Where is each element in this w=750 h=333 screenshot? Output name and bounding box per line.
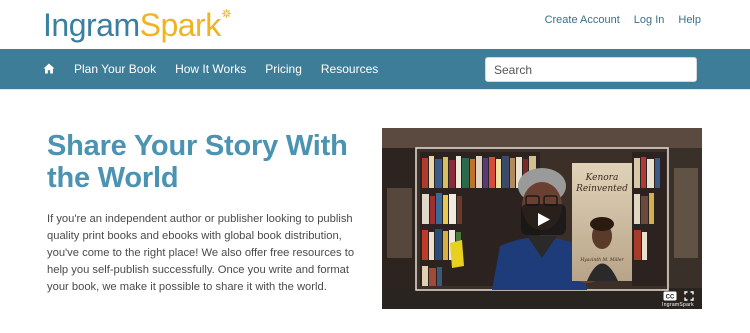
nav-links: Plan Your Book How It Works Pricing Reso… — [74, 49, 378, 89]
hero-title: Share Your Story With the World — [47, 130, 348, 194]
nav-item-plan-your-book[interactable]: Plan Your Book — [74, 62, 156, 76]
top-header: Ingram Spark Create Account Log In Help — [0, 0, 750, 49]
logo-text-spark: Spark — [139, 7, 222, 43]
account-links: Create Account Log In Help — [545, 14, 701, 26]
video-brand-watermark: IngramSpark — [662, 302, 694, 308]
search-input[interactable] — [485, 57, 697, 82]
hero-description: If you're an independent author or publi… — [47, 213, 355, 293]
play-button[interactable] — [521, 204, 566, 235]
play-icon — [538, 213, 550, 226]
book-cover-author: Hyacinth M. Miller — [580, 258, 624, 263]
nav-item-how-it-works[interactable]: How It Works — [175, 62, 246, 76]
svg-text:CC: CC — [666, 294, 675, 300]
spark-star-icon — [221, 9, 231, 18]
header-divider — [0, 89, 750, 90]
home-icon[interactable] — [43, 63, 55, 74]
log-in-link[interactable]: Log In — [634, 14, 665, 26]
create-account-link[interactable]: Create Account — [545, 14, 620, 26]
book-cover-title: Kenora Reinvented — [576, 173, 628, 194]
logo-text-ingram: Ingram — [43, 7, 140, 43]
ingramspark-logo[interactable]: Ingram Spark — [43, 6, 231, 44]
nav-item-resources[interactable]: Resources — [321, 62, 378, 76]
fullscreen-icon[interactable] — [684, 291, 694, 301]
help-link[interactable]: Help — [678, 14, 701, 26]
nav-item-pricing[interactable]: Pricing — [265, 62, 302, 76]
closed-captions-icon[interactable]: CC — [663, 291, 677, 301]
